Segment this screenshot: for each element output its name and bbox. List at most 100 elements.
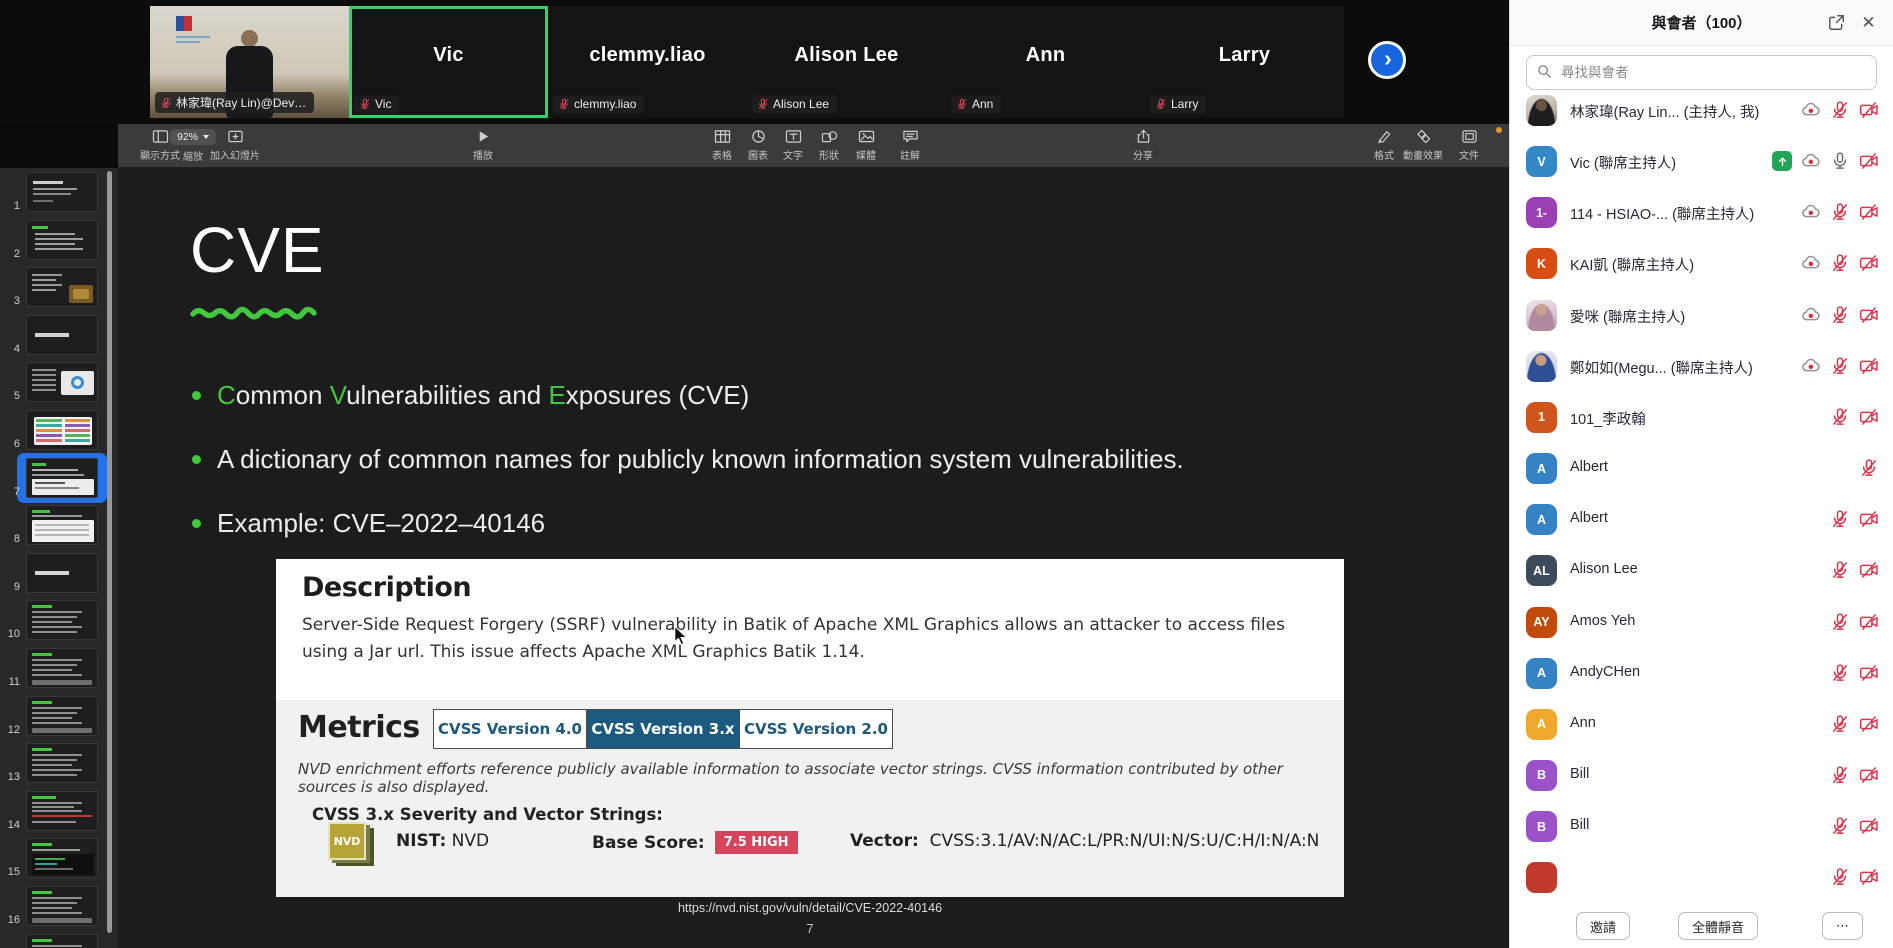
meeting-window: 林家瑋(Ray Lin)@Dev…VicVicclemmy.liaoclemmy… — [0, 0, 1893, 948]
participant-name: 鄭如如(Megu... (聯席主持人) — [1570, 357, 1753, 378]
toolbar-button-add-slide[interactable]: 加入幻燈片 — [210, 129, 260, 162]
camera-off-icon — [1859, 356, 1879, 376]
video-tile[interactable]: clemmy.liaoclemmy.liao — [548, 6, 747, 118]
slide-thumbnail[interactable] — [26, 410, 98, 450]
participant-row[interactable]: BBill — [1510, 801, 1893, 852]
slide-thumbnail[interactable] — [26, 648, 98, 688]
participant-row[interactable]: 1-114 - HSIAO-... (聯席主持人) — [1510, 187, 1893, 238]
slide-thumbnail[interactable] — [26, 886, 98, 926]
slide-thumbnail[interactable] — [26, 934, 98, 948]
popout-icon[interactable] — [1826, 12, 1847, 33]
bullet-dot-icon — [192, 519, 201, 528]
slide-thumbnail[interactable] — [26, 315, 98, 355]
slide-thumbnail[interactable] — [26, 505, 98, 545]
cloud-recording-icon — [1801, 151, 1821, 171]
slide-thumbnail[interactable] — [26, 743, 98, 783]
slide-number: 10 — [2, 628, 20, 640]
toolbar-button-text[interactable]: 文字 — [783, 129, 803, 162]
media-icon — [858, 129, 875, 144]
participant-name: Amos Yeh — [1570, 613, 1635, 629]
toolbar-button-media[interactable]: 媒體 — [856, 129, 876, 162]
participant-row[interactable]: 鄭如如(Megu... (聯席主持人) — [1510, 341, 1893, 392]
participant-row[interactable]: AAnn — [1510, 699, 1893, 750]
cloud-recording-icon — [1801, 305, 1821, 325]
participant-row[interactable]: 1101_李政翰 — [1510, 392, 1893, 443]
toolbar-button-format[interactable]: 格式 — [1374, 129, 1394, 162]
participant-row[interactable]: KKAI凱 (聯席主持人) — [1510, 238, 1893, 289]
participant-row[interactable]: AAndyCHen — [1510, 648, 1893, 699]
nvd-enrichment-note: NVD enrichment efforts reference publicl… — [298, 760, 1322, 796]
doc-icon — [1461, 129, 1478, 144]
nvd-metrics-section: Metrics CVSS Version 4.0CVSS Version 3.x… — [276, 700, 1344, 897]
slide-thumbnail[interactable] — [26, 791, 98, 831]
toolbar-button-share[interactable]: 分享 — [1133, 129, 1153, 162]
video-tile[interactable]: VicVic — [349, 6, 548, 118]
slide-thumbnail[interactable] — [26, 267, 98, 307]
toolbar-label: 動畫效果 — [1403, 147, 1443, 162]
add-slide-icon — [227, 129, 244, 144]
toolbar-button-comment[interactable]: 註解 — [900, 129, 920, 162]
nvd-source: NIST: NVD — [396, 831, 489, 851]
mic-off-icon — [1830, 560, 1850, 580]
participant-row[interactable] — [1510, 852, 1893, 903]
toolbar-button-doc[interactable]: 文件 — [1459, 129, 1479, 162]
sidebar-scrollbar[interactable] — [107, 171, 112, 933]
mute-all-button[interactable]: 全體靜音 — [1678, 912, 1758, 940]
participant-name: 愛咪 (聯席主持人) — [1570, 306, 1685, 327]
avatar — [1526, 351, 1557, 382]
base-score: Base Score:7.5 HIGH — [592, 831, 798, 854]
video-tile[interactable]: 林家瑋(Ray Lin)@Dev… — [150, 6, 349, 118]
slide-thumbnail[interactable] — [26, 172, 98, 212]
slide-number: 5 — [2, 390, 20, 402]
video-strip: 林家瑋(Ray Lin)@Dev…VicVicclemmy.liaoclemmy… — [0, 0, 1509, 124]
search-input[interactable] — [1526, 55, 1877, 90]
participants-panel: 與會者（100） ✕ 林家瑋(Ray Lin... (主持人, 我)VVic (… — [1509, 0, 1893, 948]
avatar — [1526, 300, 1557, 331]
slide-thumbnail[interactable] — [26, 553, 98, 593]
slide-thumbnail[interactable] — [26, 362, 98, 402]
toolbar-button-animate[interactable]: 動畫效果 — [1403, 129, 1443, 162]
participant-row[interactable]: AAlbert — [1510, 494, 1893, 545]
slide-thumbnail[interactable] — [26, 838, 98, 878]
name-label: 林家瑋(Ray Lin)@Dev… — [155, 92, 314, 113]
toolbar-label: 播放 — [473, 147, 493, 162]
slide-number: 13 — [2, 771, 20, 783]
participant-row[interactable]: AYAmos Yeh — [1510, 597, 1893, 648]
slide-thumbnail[interactable] — [26, 458, 98, 498]
toolbar-button-table[interactable]: 表格 — [712, 129, 732, 162]
slide-thumbnail[interactable] — [26, 600, 98, 640]
video-tile[interactable]: AnnAnn — [946, 6, 1145, 118]
name-label-text: 林家瑋(Ray Lin)@Dev… — [176, 94, 306, 111]
participant-row[interactable]: AAlbert — [1510, 443, 1893, 494]
cvss-tab: CVSS Version 2.0 — [740, 710, 892, 748]
toolbar-button-chart[interactable]: 圖表 — [748, 129, 768, 162]
toolbar-button-play[interactable]: 播放 — [473, 129, 493, 162]
nvd-screenshot: Description Server-Side Request Forgery … — [276, 559, 1344, 897]
participant-row[interactable]: 愛咪 (聯席主持人) — [1510, 290, 1893, 341]
video-tile[interactable]: Alison LeeAlison Lee — [747, 6, 946, 118]
slide-canvas: CVE Common Vulnerabilities and Exposures… — [118, 168, 1509, 948]
toolbar-label: 表格 — [712, 147, 732, 162]
name-label-text: clemmy.liao — [574, 97, 636, 111]
close-icon[interactable]: ✕ — [1858, 12, 1879, 33]
camera-off-icon — [1859, 663, 1879, 683]
cloud-recording-icon — [1801, 202, 1821, 222]
video-tile[interactable]: LarryLarry — [1145, 6, 1344, 118]
toolbar-button-shape[interactable]: 形狀 — [819, 129, 839, 162]
text-icon — [785, 129, 802, 144]
participant-name: Vic (聯席主持人) — [1570, 152, 1676, 173]
slide-thumbnail[interactable] — [26, 696, 98, 736]
next-videos-button[interactable]: › — [1368, 41, 1406, 79]
nvd-description-heading: Description — [302, 572, 1318, 603]
participant-row[interactable]: VVic (聯席主持人) — [1510, 136, 1893, 187]
participant-row[interactable]: BBill — [1510, 750, 1893, 801]
more-button[interactable]: ⋯ — [1822, 912, 1863, 940]
mic-off-icon — [1830, 612, 1850, 632]
slide-thumbnail[interactable] — [26, 220, 98, 260]
slide-bullet: A dictionary of common names for publicl… — [192, 444, 1184, 475]
camera-off-icon — [1859, 202, 1879, 222]
invite-button[interactable]: 邀請 — [1576, 912, 1630, 940]
participant-row[interactable]: ALAlison Lee — [1510, 545, 1893, 596]
participant-row[interactable]: 林家瑋(Ray Lin... (主持人, 我) — [1510, 95, 1893, 136]
toolbar-label: 註解 — [900, 147, 920, 162]
